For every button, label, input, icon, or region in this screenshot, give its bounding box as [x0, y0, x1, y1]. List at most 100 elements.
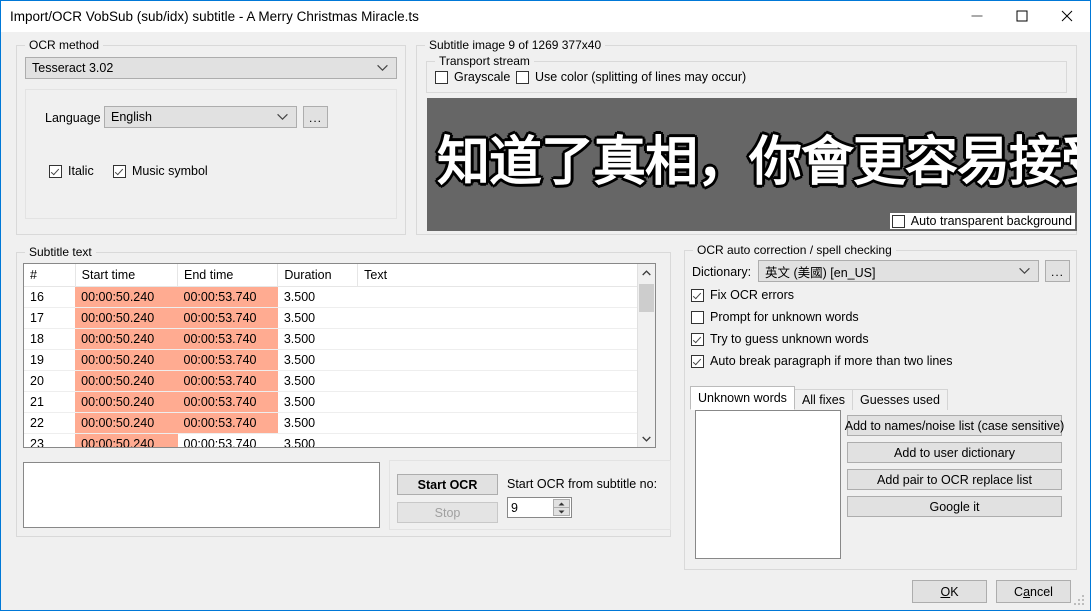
- table-row[interactable]: 23 00:00:50.240 00:00:53.740 3.500: [24, 433, 655, 447]
- cell-end-time: 00:00:53.740: [177, 328, 278, 350]
- table-row[interactable]: 16 00:00:50.240 00:00:53.740 3.500: [24, 286, 655, 308]
- start-ocr-from-value: 9: [511, 500, 518, 515]
- cell-text: [357, 307, 655, 329]
- chevron-down-icon: [1019, 267, 1030, 275]
- tab-guesses-used[interactable]: Guesses used: [852, 389, 948, 410]
- use-color-checkbox-label: Use color (splitting of lines may occur): [535, 70, 747, 84]
- dialog-window: Import/OCR VobSub (sub/idx) subtitle - A…: [0, 0, 1091, 611]
- cell-text: [357, 391, 655, 413]
- subtitle-table-grid: # Start time End time Duration Text 16 0…: [24, 264, 655, 447]
- add-to-names-noise-list-button[interactable]: Add to names/noise list (case sensitive): [845, 415, 1064, 436]
- correction-tabs: Unknown words All fixes Guesses used: [690, 386, 948, 410]
- grayscale-checkbox-label: Grayscale: [454, 70, 511, 84]
- subtitle-table[interactable]: # Start time End time Duration Text 16 0…: [23, 263, 656, 448]
- resize-grip[interactable]: [1074, 595, 1086, 607]
- close-button[interactable]: [1044, 1, 1089, 31]
- guess-unknown-words-checkbox-label: Try to guess unknown words: [710, 332, 869, 346]
- cell-text: [357, 349, 655, 371]
- stepper-down-button[interactable]: [553, 508, 570, 516]
- cell-text: [357, 433, 655, 447]
- ocr-engine-select[interactable]: Tesseract 3.02: [25, 57, 397, 79]
- window-title: Import/OCR VobSub (sub/idx) subtitle - A…: [10, 9, 419, 24]
- language-select[interactable]: English: [104, 106, 297, 128]
- cell-text: [357, 328, 655, 350]
- language-label: Language: [45, 111, 101, 125]
- subtitle-table-body: 16 00:00:50.240 00:00:53.740 3.500 17 00…: [24, 286, 655, 447]
- table-row[interactable]: 19 00:00:50.240 00:00:53.740 3.500: [24, 349, 655, 371]
- cell-duration: 3.500: [277, 307, 358, 329]
- cell-number: 16: [24, 286, 76, 308]
- italic-checkbox[interactable]: Italic: [49, 164, 94, 178]
- grayscale-checkbox[interactable]: Grayscale: [435, 70, 510, 84]
- table-vertical-scrollbar[interactable]: [637, 264, 655, 447]
- column-header-number[interactable]: #: [24, 264, 76, 287]
- scroll-down-button[interactable]: [638, 430, 655, 447]
- ok-button[interactable]: OK: [912, 580, 987, 603]
- cell-end-time: 00:00:53.740: [177, 307, 278, 329]
- subtitle-text-group-label: Subtitle text: [25, 245, 96, 259]
- table-row[interactable]: 17 00:00:50.240 00:00:53.740 3.500: [24, 307, 655, 329]
- cell-start-time: 00:00:50.240: [75, 307, 178, 329]
- column-header-start-time[interactable]: Start time: [75, 264, 179, 287]
- auto-transparent-background-checkbox[interactable]: Auto transparent background: [889, 213, 1075, 229]
- music-symbol-checkbox[interactable]: Music symbol: [113, 164, 208, 178]
- title-bar: Import/OCR VobSub (sub/idx) subtitle - A…: [1, 1, 1090, 33]
- tab-unknown-words[interactable]: Unknown words: [690, 386, 795, 410]
- dictionary-select[interactable]: 英文 (美國) [en_US]: [758, 260, 1039, 282]
- cell-end-time: 00:00:53.740: [177, 349, 278, 371]
- ok-button-label: OK: [940, 584, 959, 599]
- language-browse-button[interactable]: ...: [303, 106, 328, 128]
- cell-duration: 3.500: [277, 370, 358, 392]
- tab-all-fixes[interactable]: All fixes: [793, 389, 854, 410]
- add-pair-to-ocr-replace-list-button[interactable]: Add pair to OCR replace list: [847, 469, 1062, 490]
- dictionary-label: Dictionary:: [692, 265, 752, 279]
- scroll-up-button[interactable]: [638, 264, 655, 281]
- table-row[interactable]: 22 00:00:50.240 00:00:53.740 3.500: [24, 412, 655, 434]
- auto-break-paragraph-checkbox-box: [691, 354, 704, 368]
- auto-break-paragraph-checkbox[interactable]: Auto break paragraph if more than two li…: [691, 354, 953, 368]
- use-color-checkbox-box: [516, 70, 529, 84]
- cell-duration: 3.500: [277, 391, 358, 413]
- cell-number: 18: [24, 328, 76, 350]
- start-ocr-from-label: Start OCR from subtitle no:: [507, 477, 658, 491]
- stop-button[interactable]: Stop: [397, 502, 498, 523]
- google-it-button[interactable]: Google it: [847, 496, 1062, 517]
- table-row[interactable]: 20 00:00:50.240 00:00:53.740 3.500: [24, 370, 655, 392]
- start-ocr-button[interactable]: Start OCR: [397, 474, 498, 495]
- cell-start-time: 00:00:50.240: [75, 286, 178, 308]
- fix-ocr-errors-checkbox[interactable]: Fix OCR errors: [691, 288, 794, 302]
- cell-end-time: 00:00:53.740: [177, 433, 278, 447]
- cell-number: 21: [24, 391, 76, 413]
- grayscale-checkbox-box: [435, 70, 448, 84]
- column-header-text[interactable]: Text: [357, 264, 655, 287]
- unknown-words-list[interactable]: [695, 410, 841, 559]
- auto-transparent-checkbox-label: Auto transparent background: [910, 214, 1072, 228]
- cell-start-time: 00:00:50.240: [75, 370, 178, 392]
- table-row[interactable]: 18 00:00:50.240 00:00:53.740 3.500: [24, 328, 655, 350]
- cell-text: [357, 286, 655, 308]
- cancel-button[interactable]: Cancel: [996, 580, 1071, 603]
- prompt-unknown-words-checkbox-box: [691, 310, 704, 324]
- fix-ocr-errors-checkbox-box: [691, 288, 704, 302]
- minimize-button[interactable]: [954, 1, 999, 31]
- cell-end-time: 00:00:53.740: [177, 412, 278, 434]
- scrollbar-thumb[interactable]: [639, 284, 654, 312]
- start-ocr-from-stepper[interactable]: 9: [507, 497, 572, 518]
- stepper-up-button[interactable]: [553, 499, 570, 508]
- table-row[interactable]: 21 00:00:50.240 00:00:53.740 3.500: [24, 391, 655, 413]
- dictionary-value: 英文 (美國) [en_US]: [765, 265, 876, 280]
- add-to-user-dictionary-button[interactable]: Add to user dictionary: [847, 442, 1062, 463]
- column-header-end-time[interactable]: End time: [177, 264, 279, 287]
- column-header-duration[interactable]: Duration: [277, 264, 359, 287]
- music-symbol-checkbox-label: Music symbol: [132, 164, 208, 178]
- language-value: English: [111, 110, 152, 124]
- cell-end-time: 00:00:53.740: [177, 391, 278, 413]
- minimize-icon: [971, 15, 982, 17]
- prompt-unknown-words-checkbox[interactable]: Prompt for unknown words: [691, 310, 859, 324]
- maximize-button[interactable]: [999, 1, 1044, 31]
- dictionary-browse-button[interactable]: ...: [1045, 260, 1070, 282]
- guess-unknown-words-checkbox[interactable]: Try to guess unknown words: [691, 332, 869, 346]
- ocr-output-textbox[interactable]: [23, 462, 380, 528]
- use-color-checkbox[interactable]: Use color (splitting of lines may occur): [516, 70, 746, 84]
- cell-end-time: 00:00:53.740: [177, 370, 278, 392]
